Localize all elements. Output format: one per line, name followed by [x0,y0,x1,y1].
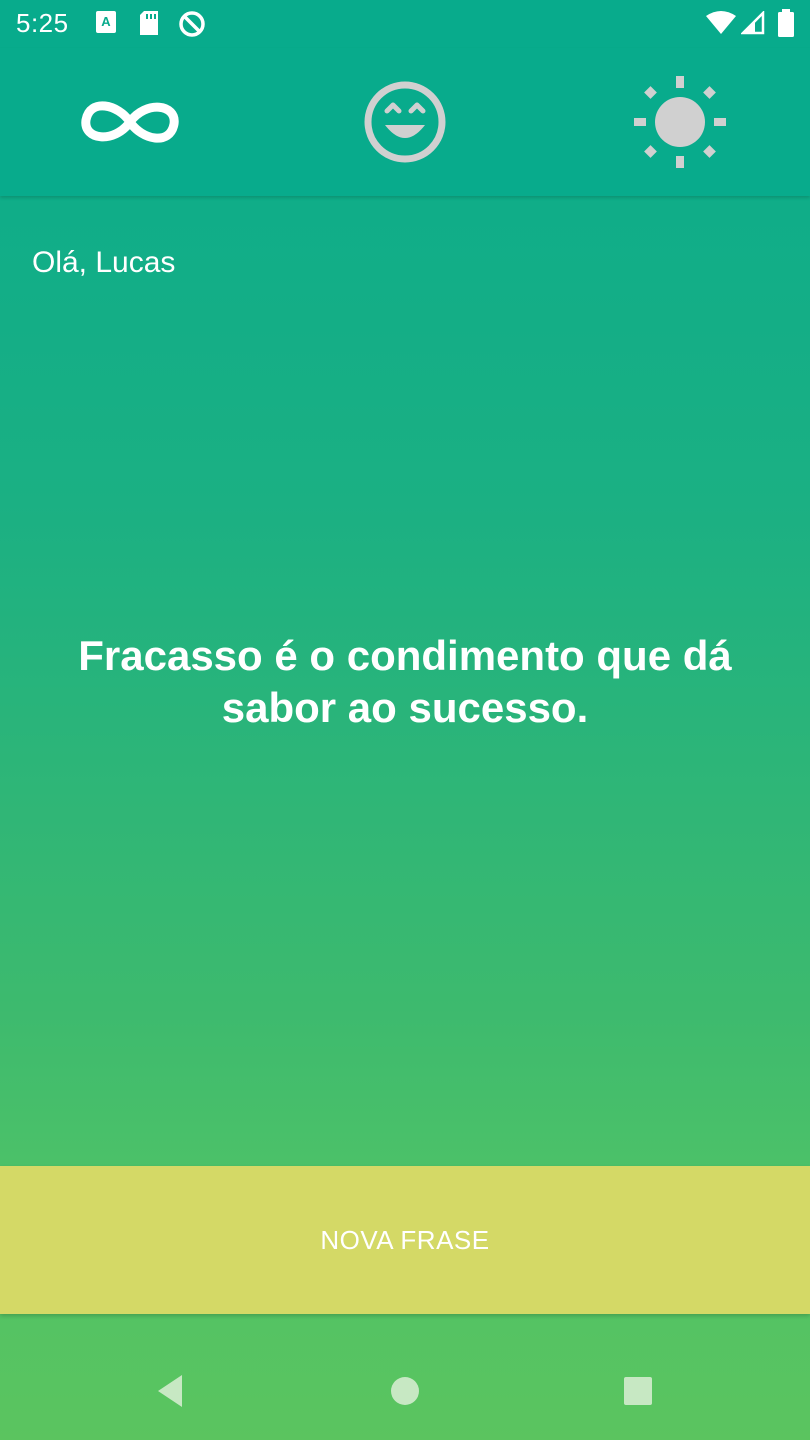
quote-text: Fracasso é o condimento que dá sabor ao … [78,632,732,731]
home-icon [391,1377,419,1405]
battery-icon [777,9,795,42]
back-button[interactable] [130,1356,210,1426]
wifi-icon [706,11,736,40]
back-icon [158,1375,182,1407]
signal-icon [739,9,765,40]
new-phrase-label: NOVA FRASE [320,1224,490,1255]
sync-disabled-icon [178,10,206,43]
navigation-bar [0,1340,810,1440]
tab-infinity[interactable] [30,48,230,196]
recents-icon [624,1377,652,1405]
svg-text:A: A [101,14,111,29]
recents-button[interactable] [598,1356,678,1426]
font-download-icon: A [95,10,117,39]
tab-mood[interactable] [305,48,505,196]
smiley-icon [364,81,446,163]
tab-bar [0,48,810,196]
status-time: 5:25 [16,8,69,38]
new-phrase-button[interactable]: NOVA FRASE [0,1166,810,1314]
home-button[interactable] [365,1356,445,1426]
tab-sun[interactable] [580,48,780,196]
infinity-icon [81,101,179,143]
status-bar: 5:25 A [0,0,810,48]
sd-card-icon [138,10,160,41]
sun-icon [634,76,726,168]
greeting-text: Olá, Lucas [32,246,176,279]
